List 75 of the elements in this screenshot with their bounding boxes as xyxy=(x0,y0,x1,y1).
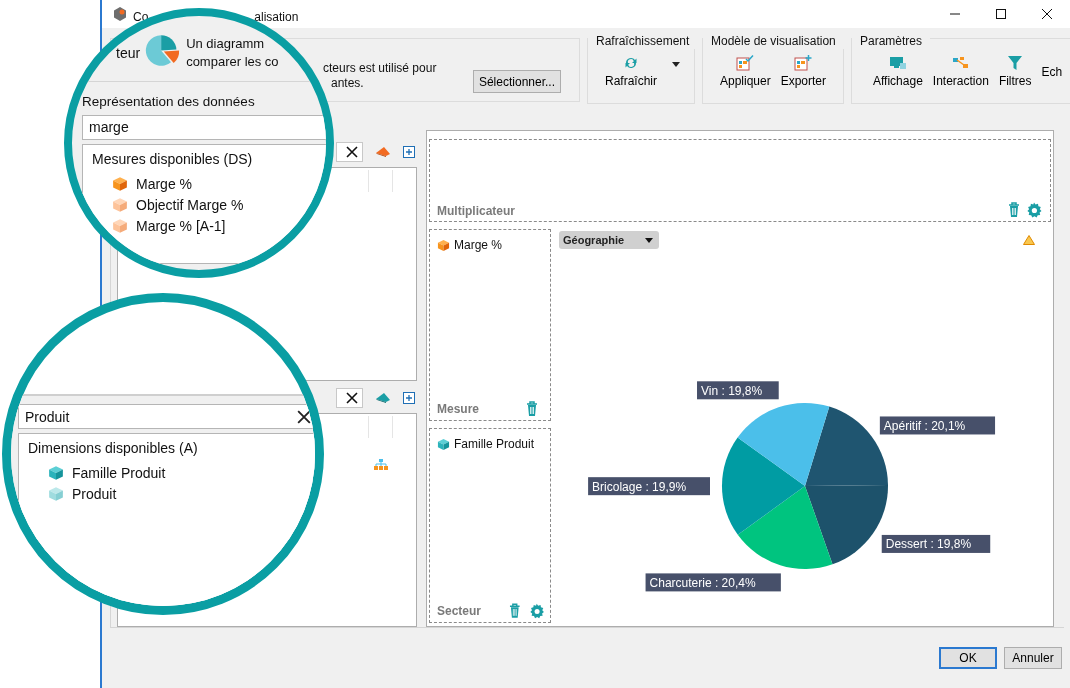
monitor-icon xyxy=(888,55,907,71)
list-item[interactable]: Marge % [A-1] xyxy=(112,215,326,236)
field-chip[interactable]: Famille Produit xyxy=(437,437,544,451)
search-field[interactable]: marge xyxy=(82,115,326,140)
cube-icon xyxy=(112,217,128,234)
description-text: Un diagramm xyxy=(186,34,266,53)
pie-chart-icon xyxy=(144,34,181,67)
cube-icon xyxy=(48,485,64,502)
group-label: Modèle de visualisation xyxy=(703,33,844,49)
data-label: Vin : 19,8% xyxy=(701,383,763,398)
data-label: Dessert : 19,8% xyxy=(881,534,991,553)
settings-icon[interactable] xyxy=(528,603,544,619)
ribbon-button[interactable]: Affichage xyxy=(870,55,926,88)
zone-label: Mesure xyxy=(437,402,480,416)
zone-label: Multiplicateur xyxy=(437,204,515,218)
cube-icon xyxy=(437,437,450,451)
cube-icon xyxy=(48,464,64,481)
template-plus-icon xyxy=(794,55,813,71)
template-check-icon xyxy=(736,55,755,71)
list-item[interactable]: Produit xyxy=(48,483,315,504)
filter-icon xyxy=(1006,55,1025,71)
warning-icon[interactable] xyxy=(1023,235,1035,245)
dialog-button[interactable]: Annuler xyxy=(1004,647,1062,669)
data-label: Apéritif : 20,1% xyxy=(883,418,966,433)
trash-icon[interactable] xyxy=(509,603,521,619)
plus-box-icon[interactable] xyxy=(403,392,415,405)
data-label: Charcuterie : 20,4% xyxy=(649,575,756,590)
data-label: Bricolage : 19,9% xyxy=(588,477,710,496)
trash-icon[interactable] xyxy=(526,401,538,417)
group-label: Rafraîchissement xyxy=(588,33,698,49)
trash-icon[interactable] xyxy=(1008,202,1020,218)
data-label: Apéritif : 20,1% xyxy=(879,416,996,435)
data-label: Dessert : 19,8% xyxy=(885,537,972,552)
settings-icon[interactable] xyxy=(1026,202,1042,218)
section-title: Représentation des données xyxy=(82,94,256,109)
list-item[interactable]: Famille Produit xyxy=(48,462,315,483)
caret-icon xyxy=(645,237,653,243)
description-text: comparer les co xyxy=(186,52,279,71)
zone-label: Secteur xyxy=(437,604,482,618)
ribbon-button[interactable]: Appliquer xyxy=(716,55,774,88)
hierarchy-icon[interactable] xyxy=(374,459,388,472)
maximize-icon xyxy=(996,9,1006,19)
search-field[interactable] xyxy=(336,141,363,162)
close-icon xyxy=(1042,9,1052,19)
list-item[interactable]: Objectif Marge % xyxy=(112,194,326,215)
search-field[interactable]: Produit xyxy=(18,404,315,429)
field-chip[interactable]: Marge % xyxy=(437,238,544,252)
select-button[interactable]: Sélectionner... xyxy=(472,70,561,93)
group-label: teur xyxy=(116,44,141,61)
plus-box-icon[interactable] xyxy=(403,145,415,158)
list-heading: Dimensions disponibles (A) xyxy=(28,440,199,456)
description-text: cteurs est utilisé pour xyxy=(323,61,437,76)
list-heading: Mesures disponibles (DS) xyxy=(92,151,254,167)
clear-icon[interactable] xyxy=(346,145,358,158)
cube-icon xyxy=(112,175,128,192)
data-label: Charcuterie : 20,4% xyxy=(645,573,781,592)
interaction-icon xyxy=(951,55,970,71)
dimension-dropdown[interactable]: Géographie xyxy=(559,231,659,249)
ribbon-button[interactable]: Ech xyxy=(1038,64,1066,79)
clear-icon[interactable] xyxy=(346,392,358,405)
dialog-button[interactable]: OK xyxy=(939,647,997,669)
clear-icon[interactable] xyxy=(297,409,311,424)
list-item[interactable]: Marge % xyxy=(112,173,326,194)
ribbon-button[interactable]: Filtres xyxy=(995,55,1035,88)
cube-icon xyxy=(112,196,128,213)
app-icon xyxy=(112,6,128,22)
data-label: Bricolage : 19,9% xyxy=(592,479,687,494)
cube-icon xyxy=(437,238,450,252)
description-text: antes. xyxy=(330,76,365,91)
ribbon-button[interactable]: Interaction xyxy=(929,55,992,88)
ribbon-button[interactable]: Exporter xyxy=(777,55,830,88)
caret-icon[interactable] xyxy=(672,62,680,67)
window-title: alisation xyxy=(254,10,299,24)
data-label: Vin : 19,8% xyxy=(697,381,779,400)
search-field[interactable] xyxy=(336,388,363,409)
